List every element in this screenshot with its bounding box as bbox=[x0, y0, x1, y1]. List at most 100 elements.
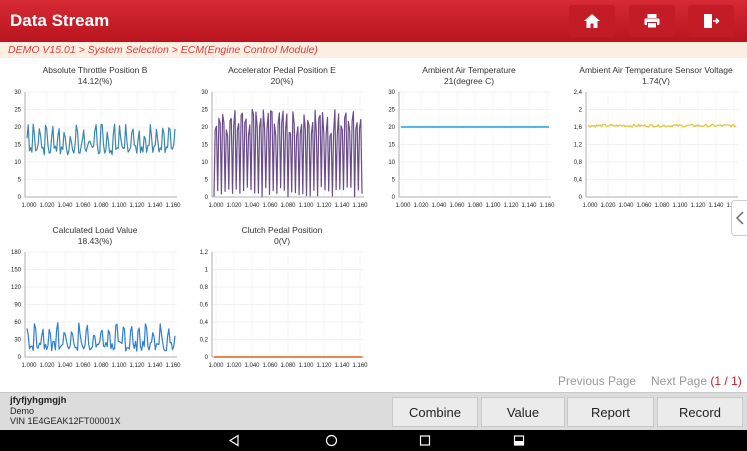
value-button[interactable]: Value bbox=[481, 397, 565, 427]
screenshot-icon[interactable] bbox=[513, 434, 525, 447]
y-tick-label: 0,6 bbox=[200, 303, 209, 309]
chart-value: 0(V) bbox=[273, 236, 291, 246]
x-tick-label: 1.040 bbox=[244, 203, 260, 209]
x-tick-label: 1.100 bbox=[111, 363, 127, 369]
x-tick-label: 1.100 bbox=[298, 203, 314, 209]
x-tick-label: 1.020 bbox=[600, 203, 616, 209]
y-tick-label: 1,2 bbox=[574, 143, 583, 149]
x-tick-label: 1.020 bbox=[39, 363, 55, 369]
home-nav-icon[interactable] bbox=[325, 434, 338, 447]
chart-value: 1.74(V) bbox=[642, 76, 670, 86]
chart-title: Ambient Air Temperature Sensor Voltage bbox=[579, 65, 733, 75]
x-tick-label: 1.060 bbox=[262, 363, 278, 369]
exit-icon bbox=[704, 14, 720, 28]
y-tick-label: 5 bbox=[18, 178, 22, 184]
y-tick-label: 2 bbox=[579, 108, 583, 114]
chart-accelerator-pedal-position-e: Accelerator Pedal Position E 20(%) 0 5 10 1… bbox=[192, 65, 372, 215]
x-tick-label: 1.020 bbox=[39, 203, 55, 209]
chart-title: Ambient Air Temperature bbox=[422, 65, 516, 75]
y-tick-label: 0,2 bbox=[200, 338, 209, 344]
y-tick-label: 25 bbox=[14, 108, 21, 114]
y-tick-label: 1 bbox=[205, 268, 209, 274]
vehicle-make: Demo bbox=[10, 406, 35, 416]
x-tick-label: 1.080 bbox=[93, 363, 109, 369]
x-tick-label: 1.060 bbox=[636, 203, 652, 209]
side-panel-toggle[interactable] bbox=[731, 200, 747, 236]
recent-apps-icon[interactable] bbox=[419, 434, 431, 447]
y-tick-label: 0,4 bbox=[574, 178, 583, 184]
y-tick-label: 0 bbox=[392, 195, 396, 201]
print-icon bbox=[644, 14, 660, 29]
x-tick-label: 1.160 bbox=[539, 203, 555, 209]
x-tick-label: 1.020 bbox=[226, 363, 242, 369]
x-tick-label: 1.080 bbox=[654, 203, 670, 209]
chart-value: 14.12(%) bbox=[77, 76, 113, 86]
chart-value: 20(%) bbox=[270, 76, 294, 86]
y-tick-label: 0 bbox=[205, 355, 209, 361]
line-chart: 0510152025301.000 1.020 1.040 1.060 1.080 1.1… bbox=[201, 90, 368, 209]
x-tick-label: 1.040 bbox=[244, 363, 260, 369]
x-tick-label: 1.000 bbox=[208, 363, 224, 369]
y-tick-label: 25 bbox=[201, 108, 208, 114]
y-tick-label: 10 bbox=[388, 160, 395, 166]
chart-title: Absolute Throttle Position B bbox=[42, 65, 148, 75]
x-tick-label: 1.080 bbox=[280, 363, 296, 369]
chevron-left-icon bbox=[735, 211, 743, 225]
x-tick-label: 1.120 bbox=[129, 203, 145, 209]
line-chart: 0510152025301.000 1.020 1.040 1.060 1.080 1.1… bbox=[388, 90, 555, 209]
x-tick-label: 1.160 bbox=[165, 363, 181, 369]
line-chart: 0 0,2 0,4 0,6 0,8 1 1,2 1.000 1.020 1.040 1.060 1.0… bbox=[200, 250, 369, 369]
x-tick-label: 1.080 bbox=[93, 203, 109, 209]
record-button[interactable]: Record bbox=[657, 397, 743, 427]
home-button[interactable] bbox=[569, 5, 615, 37]
y-tick-label: 0,8 bbox=[574, 160, 583, 166]
chart-absolute-throttle-position-b: Absolute Throttle Position B 14.12(%) 0 5… bbox=[5, 65, 185, 215]
y-tick-label: 30 bbox=[388, 90, 395, 96]
next-page-button[interactable]: Next Page (1 / 1) bbox=[651, 374, 742, 388]
x-tick-label: 1.140 bbox=[147, 203, 163, 209]
print-button[interactable] bbox=[629, 5, 675, 37]
y-tick-label: 120 bbox=[11, 285, 22, 291]
y-tick-label: 5 bbox=[205, 178, 209, 184]
line-chart: 0 30 60 90 120 150 180 1.000 1.020 1.040 1.060 1.08… bbox=[11, 250, 181, 369]
y-tick-label: 30 bbox=[14, 338, 21, 344]
x-tick-label: 1.100 bbox=[672, 203, 688, 209]
exit-button[interactable] bbox=[688, 5, 734, 37]
back-icon[interactable] bbox=[228, 434, 240, 447]
x-tick-label: 1.140 bbox=[334, 363, 350, 369]
x-tick-label: 1.160 bbox=[165, 203, 181, 209]
combine-button[interactable]: Combine bbox=[392, 397, 478, 427]
home-icon bbox=[584, 14, 600, 28]
x-tick-label: 1.000 bbox=[21, 203, 37, 209]
y-tick-label: 150 bbox=[11, 268, 22, 274]
x-tick-label: 1.140 bbox=[147, 363, 163, 369]
vehicle-name: jfyfjyhgmgjh bbox=[10, 395, 67, 406]
x-tick-label: 1.160 bbox=[352, 363, 368, 369]
x-tick-label: 1.120 bbox=[503, 203, 519, 209]
x-tick-label: 1.060 bbox=[75, 203, 91, 209]
line-chart: 0510152025301.000 1.020 1.040 1.060 1.080 1.1… bbox=[14, 90, 181, 209]
y-tick-label: 25 bbox=[388, 108, 395, 114]
x-tick-label: 1.120 bbox=[690, 203, 706, 209]
x-tick-label: 1.140 bbox=[708, 203, 724, 209]
x-tick-label: 1.000 bbox=[582, 203, 598, 209]
y-tick-label: 0 bbox=[18, 195, 22, 201]
report-button[interactable]: Report bbox=[567, 397, 654, 427]
y-tick-label: 0,8 bbox=[200, 285, 209, 291]
y-tick-label: 10 bbox=[201, 160, 208, 166]
chart-calculated-load-value: Calculated Load Value 18.43(%) 0 30 60 90 12… bbox=[5, 225, 185, 375]
chart-value: 18.43(%) bbox=[77, 236, 113, 246]
y-tick-label: 15 bbox=[14, 143, 21, 149]
x-tick-label: 1.020 bbox=[226, 203, 242, 209]
x-tick-label: 1.040 bbox=[618, 203, 634, 209]
page-count: (1 / 1) bbox=[710, 374, 742, 388]
y-tick-label: 90 bbox=[14, 303, 21, 309]
vehicle-vin: VIN 1E4GEAK12FT00001X bbox=[10, 416, 121, 426]
chart-value: 21(degree C) bbox=[443, 76, 495, 86]
chart-ambient-air-temperature-sensor-voltage: Ambient Air Temperature Sensor Voltage 1… bbox=[566, 65, 746, 215]
data-stream-screen: Data Stream DEMO V15.01 > System Selecti… bbox=[0, 0, 747, 451]
y-tick-label: 15 bbox=[201, 143, 208, 149]
y-tick-label: 1,6 bbox=[574, 125, 583, 131]
x-tick-label: 1.000 bbox=[395, 203, 411, 209]
previous-page-button[interactable]: Previous Page bbox=[558, 374, 636, 388]
